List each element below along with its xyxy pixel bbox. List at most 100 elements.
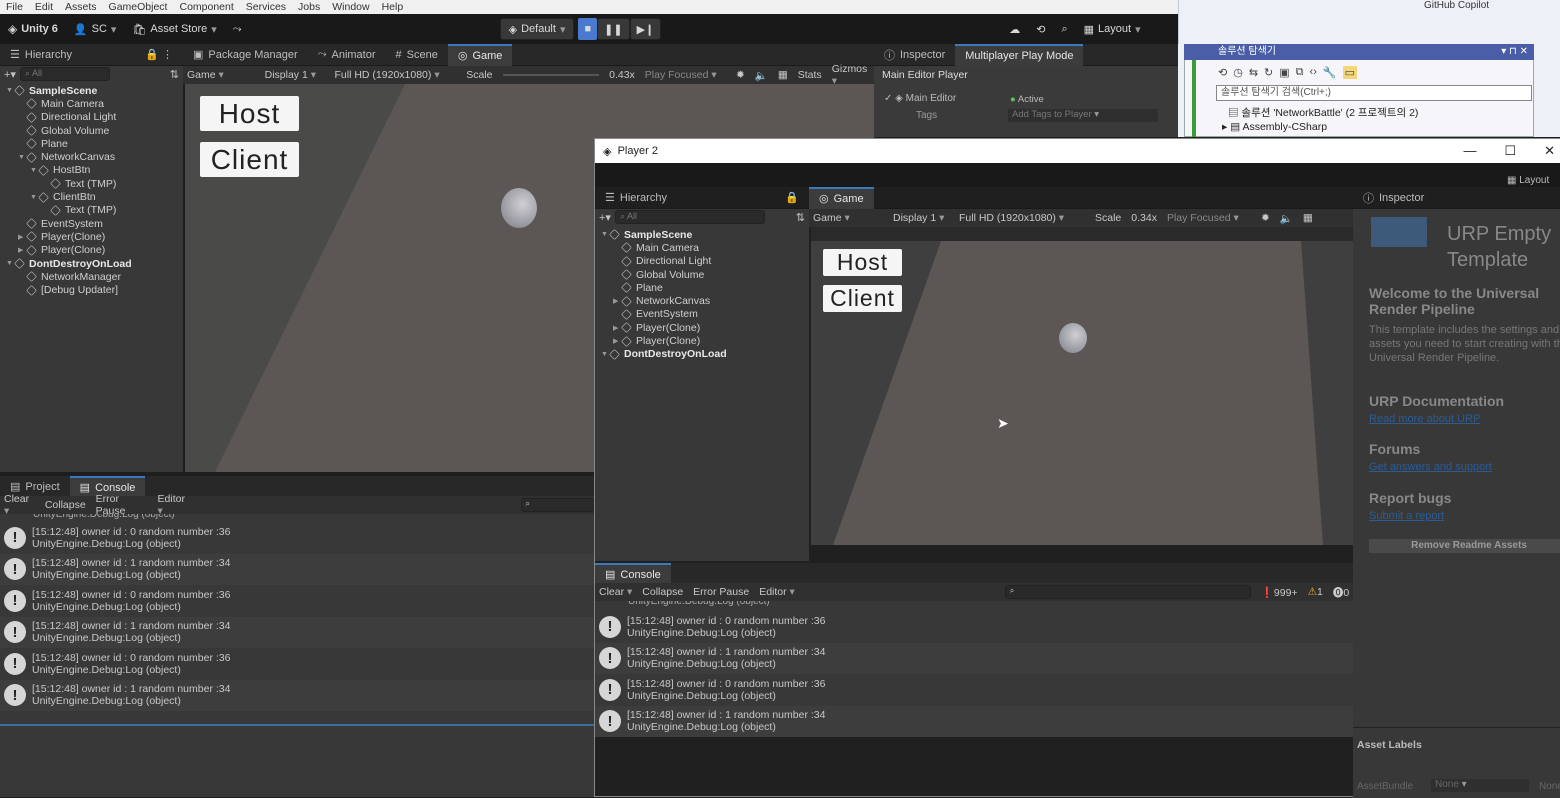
hierarchy-item[interactable]: ▶ Player(Clone) xyxy=(595,334,809,347)
collapsed-arrow-icon[interactable]: ▶ xyxy=(613,297,621,305)
refresh-icon[interactable]: ↻ xyxy=(1264,66,1273,79)
log-entry[interactable]: ! [15:12:48] owner id : 1 random number :… xyxy=(0,553,595,585)
p2-add-icon[interactable]: +▾ xyxy=(599,211,611,224)
layout-default-dropdown[interactable]: ◈ Default xyxy=(499,18,575,40)
p2-display[interactable]: Display 1 xyxy=(893,212,949,224)
account-dropdown[interactable]: 👤 SC xyxy=(66,18,125,40)
code-icon[interactable]: ‹› xyxy=(1310,66,1317,78)
collapsed-arrow-icon[interactable]: ▶ xyxy=(613,324,621,332)
p2-game-view[interactable]: Host Client ➤ xyxy=(811,227,1353,545)
resolution-dropdown[interactable]: Full HD (1920x1080) xyxy=(335,69,457,81)
log-entry[interactable]: ! [15:12:48] owner id : 1 random number :… xyxy=(595,705,1353,737)
tab-inspector[interactable]: ⓘ Inspector xyxy=(874,44,955,66)
hierarchy-item[interactable]: ▶ Player(Clone) xyxy=(0,230,183,243)
settings-icon[interactable]: ✹ xyxy=(736,69,745,81)
hierarchy-item[interactable]: Global Volume xyxy=(595,268,809,281)
p2-client-button[interactable]: Client xyxy=(823,285,902,312)
log-entry[interactable]: ! [15:12:48] owner id : 1 random number :… xyxy=(0,679,595,711)
hierarchy-item[interactable]: Directional Light xyxy=(0,111,183,124)
forums-link[interactable]: Get answers and support xyxy=(1369,461,1492,473)
close-button[interactable]: ✕ xyxy=(1544,143,1555,159)
sort-icon[interactable]: ⇅ xyxy=(170,68,179,81)
game-mode-dropdown[interactable]: Game xyxy=(187,69,255,81)
tab-hierarchy[interactable]: ☰ Hierarchy 🔒 ⋮ xyxy=(0,44,183,66)
log-count[interactable]: ❗999+ xyxy=(1261,586,1298,599)
hierarchy-item[interactable]: Text (TMP) xyxy=(0,177,183,190)
menu-item[interactable]: Edit xyxy=(35,1,53,13)
expand-arrow-icon[interactable]: ▼ xyxy=(30,167,38,174)
hierarchy-item[interactable]: Plane xyxy=(595,281,809,294)
hierarchy-item[interactable]: Main Camera xyxy=(595,241,809,254)
hierarchy-item[interactable]: ▼ DontDestroyOnLoad xyxy=(595,348,809,361)
hierarchy-item[interactable]: EventSystem xyxy=(0,217,183,230)
vs-search[interactable]: 솔루션 탐색기 검색(Ctrl+;) xyxy=(1216,85,1532,101)
error-count[interactable]: ⓿0 xyxy=(1333,585,1349,600)
log-entry[interactable]: ! [15:12:48] owner id : 0 random number :… xyxy=(595,674,1353,706)
collapse-button[interactable]: Collapse xyxy=(45,499,86,511)
collapsed-arrow-icon[interactable]: ▶ xyxy=(18,246,26,254)
p2-aspect-icon[interactable]: ▦ xyxy=(1303,212,1313,224)
collapse-icon[interactable]: ▣ xyxy=(1279,66,1289,79)
tab-scene[interactable]: # Scene xyxy=(386,44,448,66)
maximize-button[interactable]: ☐ xyxy=(1504,143,1516,159)
p2-error-pause-button[interactable]: Error Pause xyxy=(693,586,749,598)
tab-game[interactable]: ◎ Game xyxy=(447,43,513,66)
console-search[interactable]: ⌕ xyxy=(520,498,595,512)
expand-arrow-icon[interactable]: ▼ xyxy=(18,154,26,161)
p2-clear-button[interactable]: Clear xyxy=(599,586,632,598)
sync-icon[interactable]: ⟲ xyxy=(1218,66,1227,79)
hierarchy-item[interactable]: ▶ Player(Clone) xyxy=(0,244,183,257)
log-entry[interactable]: ! [15:12:48] owner id : 1 random number :… xyxy=(595,642,1353,674)
menu-item[interactable]: Component xyxy=(179,1,233,13)
client-button[interactable]: Client xyxy=(200,142,299,177)
back-icon[interactable]: ⇆ xyxy=(1249,66,1258,79)
p2-settings-icon[interactable]: ✹ xyxy=(1261,212,1270,224)
menu-item[interactable]: Help xyxy=(382,1,404,13)
history-icon[interactable]: ⟲ xyxy=(1028,18,1053,40)
p2-hierarchy-search[interactable]: ⌕ All xyxy=(614,210,765,224)
pause-button[interactable]: ❚❚ xyxy=(597,18,630,40)
tab-mppm[interactable]: Multiplayer Play Mode xyxy=(955,43,1084,66)
asset-store-dropdown[interactable]: 🛍 Asset Store xyxy=(124,18,224,40)
tab-animator[interactable]: ⤳ Animator xyxy=(308,44,386,66)
p2-play-focused[interactable]: Play Focused xyxy=(1167,212,1251,224)
audio-icon[interactable]: 🔈 xyxy=(755,69,768,82)
assetbundle-variant[interactable]: None xyxy=(1539,781,1560,792)
copilot-label[interactable]: GitHub Copilot xyxy=(1424,0,1489,11)
log-entry[interactable]: ! [15:12:48] owner id : 0 random number :… xyxy=(595,611,1353,643)
collapsed-arrow-icon[interactable]: ▶ xyxy=(613,337,621,345)
collapsed-arrow-icon[interactable]: ▶ xyxy=(18,233,26,241)
expand-arrow-icon[interactable]: ▼ xyxy=(601,351,609,358)
expand-arrow-icon[interactable]: ▼ xyxy=(30,194,38,201)
log-entry[interactable]: ! [15:12:48] owner id : 0 random number :… xyxy=(0,585,595,617)
hierarchy-item[interactable]: ▶ Player(Clone) xyxy=(595,321,809,334)
version-control-icon[interactable]: ⤳ xyxy=(225,18,250,40)
p2-console-search[interactable]: ⌕ xyxy=(1004,585,1251,599)
menu-item[interactable]: Window xyxy=(332,1,369,13)
p2-sort-icon[interactable]: ⇅ xyxy=(796,211,805,224)
menu-item[interactable]: Assets xyxy=(65,1,97,13)
add-tags-dropdown[interactable]: Add Tags to Player xyxy=(1008,109,1158,122)
expand-arrow-icon[interactable]: ▼ xyxy=(601,231,609,238)
p2-audio-icon[interactable]: 🔈 xyxy=(1280,212,1293,225)
hierarchy-item[interactable]: EventSystem xyxy=(595,308,809,321)
history-icon[interactable]: ◷ xyxy=(1233,66,1243,79)
p2-host-button[interactable]: Host xyxy=(823,249,902,276)
hierarchy-item[interactable]: ▼ SampleScene xyxy=(595,228,809,241)
p2-resolution[interactable]: Full HD (1920x1080) xyxy=(959,212,1085,224)
p2-tab-console[interactable]: ▤ Console xyxy=(595,562,671,585)
expand-arrow-icon[interactable]: ▼ xyxy=(6,87,14,94)
hierarchy-item[interactable]: [Debug Updater] xyxy=(0,283,183,296)
menu-item[interactable]: GameObject xyxy=(109,1,168,13)
log-entry[interactable]: ! [15:12:48] owner id : 1 random number :… xyxy=(0,616,595,648)
hierarchy-item[interactable]: ▶ NetworkCanvas xyxy=(595,294,809,307)
hierarchy-item[interactable]: ▼ DontDestroyOnLoad xyxy=(0,257,183,270)
menu-item[interactable]: Jobs xyxy=(298,1,320,13)
preview-icon[interactable]: ▭ xyxy=(1342,65,1357,79)
hierarchy-item[interactable]: Main Camera xyxy=(0,97,183,110)
cloud-icon[interactable]: ☁ xyxy=(1001,18,1028,40)
hierarchy-item[interactable]: ▼ NetworkCanvas xyxy=(0,150,183,163)
add-icon[interactable]: +▾ xyxy=(4,68,16,81)
p2-game-mode[interactable]: Game xyxy=(813,212,883,224)
remove-readme-button[interactable]: Remove Readme Assets xyxy=(1369,539,1560,553)
